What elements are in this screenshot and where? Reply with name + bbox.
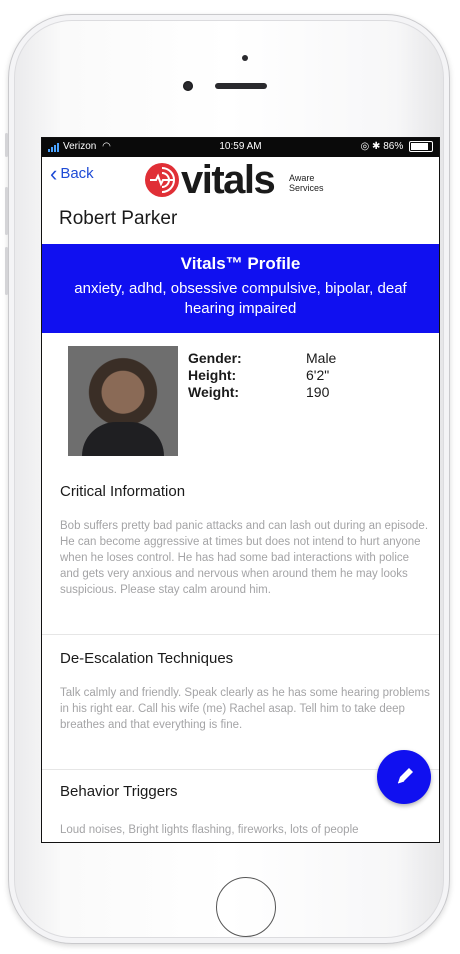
back-button[interactable]: ‹ Back <box>50 163 94 185</box>
detail-row-gender: Gender: Male <box>188 350 336 367</box>
volume-down-button <box>5 247 8 295</box>
profile-photo-shirt <box>82 422 164 456</box>
section-body: Talk calmly and friendly. Speak clearly … <box>60 687 430 731</box>
detail-label: Height: <box>188 367 237 383</box>
status-bar: Verizon ◠ 10:59 AM ◎ ✱ 86% <box>42 138 439 157</box>
volume-up-button <box>5 187 8 235</box>
mute-switch <box>5 133 8 157</box>
section-behavior-triggers: Behavior Triggers Loud noises, Bright li… <box>60 783 430 838</box>
location-icon: ◎ <box>360 141 370 153</box>
profile-conditions: anxiety, adhd, obsessive compulsive, bip… <box>74 280 407 317</box>
section-divider <box>42 634 439 635</box>
profile-photo <box>68 346 178 456</box>
nav-bar: ‹ Back vitals Aware Services <box>42 157 439 203</box>
logo-tag-aware: Aware <box>289 173 315 183</box>
vitals-logo-text: vitals <box>181 158 276 202</box>
detail-label: Gender: <box>188 350 242 366</box>
pencil-icon <box>397 768 413 784</box>
status-right: ◎ ✱ 86% <box>361 141 433 152</box>
section-body: Bob suffers pretty bad panic attacks and… <box>60 520 429 596</box>
detail-value: 190 <box>306 384 330 400</box>
detail-row-height: Height: 6'2" <box>188 367 336 384</box>
vitals-logo-mark <box>145 163 179 197</box>
front-camera <box>183 81 193 91</box>
person-name: Robert Parker <box>59 208 178 229</box>
edit-button[interactable] <box>377 750 431 804</box>
app-screen: Verizon ◠ 10:59 AM ◎ ✱ 86% ‹Back vitals <box>41 137 440 843</box>
section-title: Critical Information <box>60 483 186 500</box>
profile-summary: Gender: Male Height: 6'2" Weight: 190 <box>42 343 439 458</box>
battery-percent: 86% <box>383 141 404 153</box>
back-label: Back <box>60 165 94 182</box>
proximity-sensor <box>242 55 248 61</box>
section-body: Loud noises, Bright lights flashing, fir… <box>60 824 359 836</box>
profile-banner: Vitals™ Profile anxiety, adhd, obsessive… <box>42 244 439 333</box>
detail-value: Male <box>306 350 337 366</box>
profile-details: Gender: Male Height: 6'2" Weight: 190 <box>188 350 336 401</box>
section-title: Behavior Triggers <box>60 783 178 800</box>
battery-icon <box>409 141 433 152</box>
detail-value: 6'2" <box>306 367 330 383</box>
earpiece-speaker <box>215 83 267 89</box>
vitals-logo-tagline: Aware Services <box>289 173 324 193</box>
home-button[interactable] <box>216 877 276 937</box>
section-title: De-Escalation Techniques <box>60 650 234 667</box>
detail-row-weight: Weight: 190 <box>188 384 336 401</box>
logo-tag-services: Services <box>289 183 324 193</box>
section-de-escalation: De-Escalation Techniques Talk calmly and… <box>60 650 430 733</box>
chevron-left-icon: ‹ <box>50 161 58 186</box>
detail-label: Weight: <box>188 384 240 400</box>
section-critical-information: Critical Information Bob suffers pretty … <box>60 483 430 598</box>
profile-banner-title: Vitals™ Profile <box>180 254 301 273</box>
bluetooth-icon: ✱ <box>372 141 381 153</box>
